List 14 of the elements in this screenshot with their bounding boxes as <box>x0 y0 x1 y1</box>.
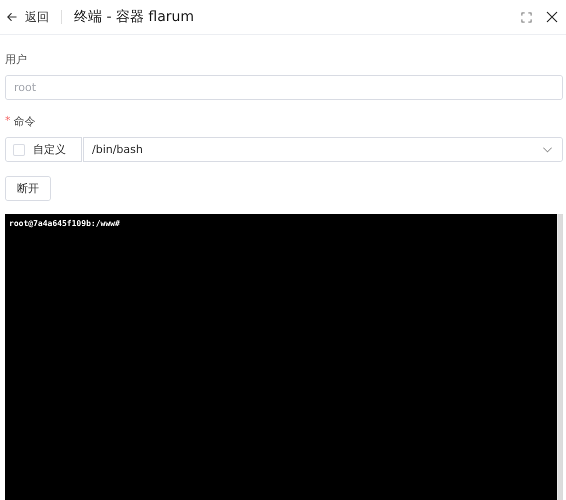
window-title: 终端 - 容器 flarum <box>74 8 194 26</box>
field-label: 用户 <box>5 52 28 67</box>
terminal-line: root@7a4a645f109b:/www# <box>9 219 121 228</box>
back-button[interactable]: 返回 <box>6 8 49 26</box>
close-icon[interactable] <box>546 11 558 23</box>
scrollbar[interactable] <box>557 214 563 500</box>
custom-checkbox[interactable]: 自定义 <box>5 137 82 162</box>
back-arrow-icon <box>6 11 18 23</box>
command-select[interactable]: /bin/bash <box>83 137 563 162</box>
user-input-field[interactable]: root <box>5 75 563 100</box>
disconnect-button[interactable]: 断开 <box>5 176 51 201</box>
required-mark: * <box>5 114 10 129</box>
fullscreen-icon[interactable] <box>521 12 532 22</box>
field-label: 命令 <box>14 114 36 129</box>
